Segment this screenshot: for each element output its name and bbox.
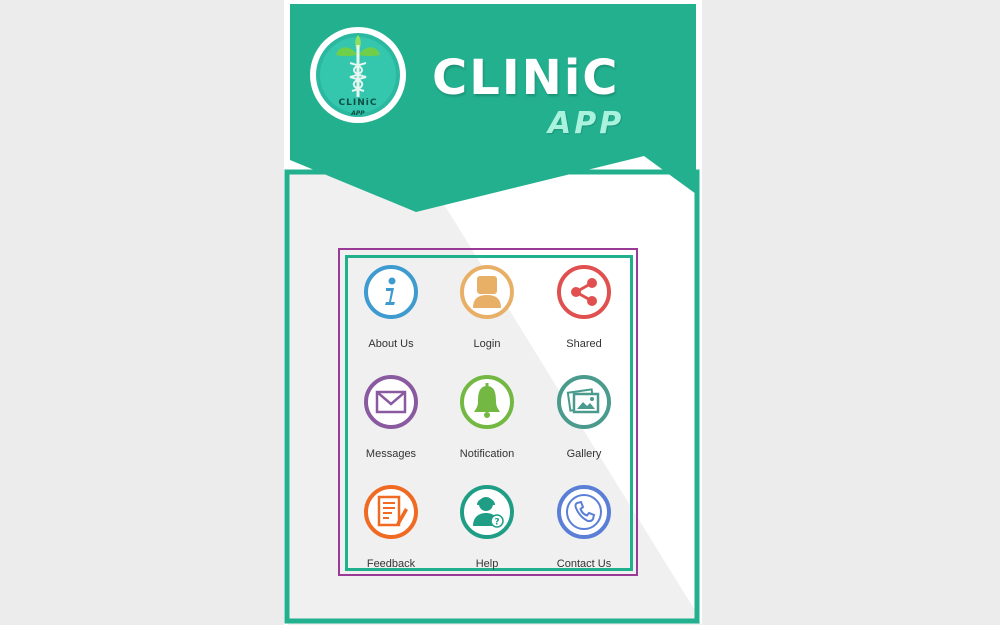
clinic-logo: CLINiC APP [310, 27, 406, 123]
svg-text:?: ? [494, 518, 499, 528]
menu-label-contact-us: Contact Us [556, 558, 612, 570]
info-icon [364, 265, 418, 319]
menu-item-about-us[interactable]: About Us [341, 264, 441, 364]
menu-item-messages[interactable]: Messages [341, 374, 441, 474]
envelope-icon [364, 375, 418, 429]
logo-subtitle: APP [350, 110, 365, 117]
menu-label-feedback: Feedback [366, 558, 416, 570]
app-subtitle: APP [548, 106, 625, 141]
bell-icon [460, 375, 514, 429]
menu-label-notification: Notification [459, 448, 515, 460]
user-icon [460, 265, 514, 319]
share-icon [557, 265, 611, 319]
feedback-form-icon [364, 485, 418, 539]
menu-item-feedback[interactable]: Feedback [341, 484, 441, 584]
menu-item-gallery[interactable]: Gallery [534, 374, 634, 474]
menu-label-about-us: About Us [368, 338, 414, 350]
menu-label-login: Login [473, 338, 501, 350]
menu-item-contact-us[interactable]: Contact Us [534, 484, 634, 584]
gallery-icon [557, 375, 611, 429]
logo-title: CLINiC [339, 98, 378, 108]
phone-icon [557, 485, 611, 539]
menu-item-shared[interactable]: Shared [534, 264, 634, 364]
menu-label-gallery: Gallery [566, 448, 602, 460]
menu-item-login[interactable]: Login [437, 264, 537, 364]
app-title: CLINiC [432, 50, 620, 106]
menu-label-shared: Shared [566, 338, 602, 350]
menu-item-help[interactable]: ? Help [437, 484, 537, 584]
menu-label-help: Help [475, 558, 499, 570]
menu-item-notification[interactable]: Notification [437, 374, 537, 474]
menu-label-messages: Messages [365, 448, 417, 460]
help-support-icon: ? [460, 485, 514, 539]
